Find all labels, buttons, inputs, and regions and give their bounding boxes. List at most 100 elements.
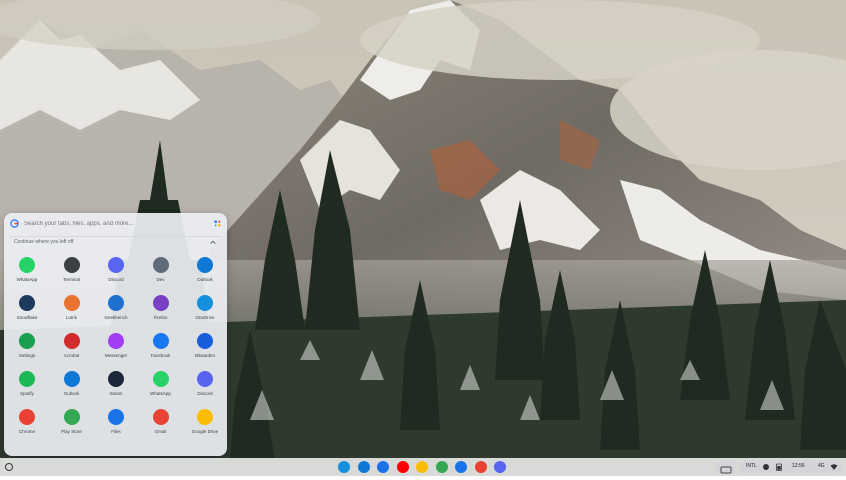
assistant-icon[interactable] <box>213 219 222 228</box>
app-tile[interactable]: Bitwarden <box>185 329 227 365</box>
app-tile-label: Google Drive <box>191 429 219 434</box>
onedrive-shelf-icon[interactable] <box>338 461 350 473</box>
app-tile[interactable]: Chrome <box>7 405 51 441</box>
files-icon <box>108 409 124 425</box>
clock[interactable]: 12:56 <box>792 463 805 469</box>
bitwarden-icon <box>197 333 213 349</box>
continue-section-label: Continue where you left off <box>14 239 74 245</box>
launcher-search-input[interactable] <box>24 217 204 231</box>
app-tile-label: Steam <box>109 391 123 396</box>
dev-icon <box>152 257 169 273</box>
app-tile-label: Spotify <box>20 391 34 396</box>
status-tray[interactable]: INTL 12:56 4G <box>716 460 842 474</box>
app-tile[interactable]: Gmail <box>141 405 185 441</box>
app-tile-label: Facebook <box>150 353 171 358</box>
terminal-icon <box>63 257 80 273</box>
play-store-icon <box>63 409 80 425</box>
keyboard-layout-indicator[interactable]: INTL <box>746 463 757 469</box>
notification-icon[interactable] <box>762 463 770 471</box>
app-tile-label: Bitwarden <box>194 353 215 358</box>
app-tile-label: WhatsApp <box>150 391 171 396</box>
app-tile-label: Outlook <box>197 277 213 282</box>
screen-capture-icon <box>720 466 732 474</box>
app-tile[interactable]: Facebook <box>141 329 185 365</box>
app-tile-label: Firefox <box>153 315 168 320</box>
youtube-shelf-icon[interactable] <box>396 461 409 473</box>
onedrive-icon <box>197 295 213 311</box>
app-tile[interactable]: Firefox <box>141 291 185 327</box>
app-tile[interactable]: Acrobat <box>52 329 96 365</box>
battery-icon <box>776 463 782 471</box>
settings-icon <box>19 333 35 349</box>
outlook-shelf-icon[interactable] <box>357 461 370 473</box>
app-tile[interactable]: Discord <box>96 253 140 289</box>
app-tile[interactable]: Geekbench <box>96 291 140 327</box>
app-tile-label: Play Store <box>61 429 82 434</box>
acrobat-icon <box>63 333 80 349</box>
app-tile[interactable]: Play Store <box>52 405 96 441</box>
geekbench-icon <box>108 295 124 311</box>
app-tile[interactable]: Messenger <box>96 329 140 365</box>
messenger-icon <box>108 333 124 349</box>
app-tile[interactable]: Terminal <box>52 253 96 289</box>
app-tile[interactable]: Snowflake <box>7 291 51 327</box>
app-tile[interactable]: Steam <box>96 367 140 403</box>
app-tile-label: Outlook <box>63 391 80 396</box>
app-tile-label: Terminal <box>62 277 80 282</box>
discord-icon <box>108 257 124 273</box>
app-tile[interactable]: OneDrive <box>185 291 227 327</box>
steam-icon <box>108 371 124 387</box>
app-tile[interactable]: Lutris <box>52 291 96 327</box>
screen-capture-pill[interactable] <box>716 461 736 474</box>
app-tile-label: Lutris <box>65 315 77 320</box>
photos-shelf-icon[interactable] <box>416 461 428 473</box>
search-divider <box>10 236 221 237</box>
network-indicator[interactable]: 4G <box>818 463 825 469</box>
app-tile[interactable]: Files <box>96 405 140 441</box>
app-tile[interactable]: Outlook <box>52 367 96 403</box>
files-shelf-icon[interactable] <box>455 461 467 473</box>
lutris-icon <box>63 295 80 311</box>
chrome-icon <box>19 409 35 425</box>
whatsapp-alt-icon <box>152 371 169 387</box>
app-tile[interactable]: Outlook <box>185 253 227 289</box>
google-icon <box>10 219 19 228</box>
snowflake-icon <box>19 295 35 311</box>
app-tile-label: OneDrive <box>195 315 215 320</box>
app-tile-label: Acrobat <box>63 353 80 358</box>
app-tile[interactable]: Google Drive <box>185 405 227 441</box>
chrome-shelf-icon[interactable] <box>474 461 487 473</box>
app-tile[interactable]: Spotify <box>7 367 51 403</box>
gmail-icon <box>152 409 169 425</box>
whatsapp-icon <box>19 257 35 273</box>
facebook-icon <box>152 333 169 349</box>
chevron-up-icon[interactable] <box>209 238 217 246</box>
app-tile[interactable]: WhatsApp <box>7 253 51 289</box>
app-tile-label: Messenger <box>104 353 128 358</box>
app-tile-label: Files <box>111 429 121 434</box>
discord-shelf-icon[interactable] <box>494 461 506 473</box>
app-tile-label: Discord <box>197 391 213 396</box>
google-drive-icon <box>197 409 213 425</box>
play-shelf-icon[interactable] <box>435 461 448 473</box>
app-tile[interactable]: WhatsApp <box>141 367 185 403</box>
app-tile[interactable]: Dev <box>141 253 185 289</box>
app-tile-label: Dev <box>156 277 165 282</box>
outlook-alt-icon <box>63 371 80 387</box>
app-tile-label: Settings <box>18 353 36 358</box>
wifi-icon <box>830 464 838 470</box>
app-launcher: Continue where you left off WhatsApp Term… <box>4 213 227 456</box>
app-tile-label: Geekbench <box>104 315 128 320</box>
spotify-icon <box>19 371 35 387</box>
app-tile[interactable]: Settings <box>7 329 51 365</box>
firefox-icon <box>152 295 169 311</box>
app-tile-label: WhatsApp <box>16 277 38 282</box>
discord-alt-icon <box>197 371 213 387</box>
messages-shelf-icon[interactable] <box>377 461 389 473</box>
launcher-button[interactable] <box>5 463 13 471</box>
app-tile-label: Snowflake <box>16 315 38 320</box>
outlook-icon <box>197 257 213 273</box>
app-tile[interactable]: Discord <box>185 367 227 403</box>
app-tile-label: Discord <box>108 277 124 282</box>
app-tile-label: Gmail <box>154 429 167 434</box>
